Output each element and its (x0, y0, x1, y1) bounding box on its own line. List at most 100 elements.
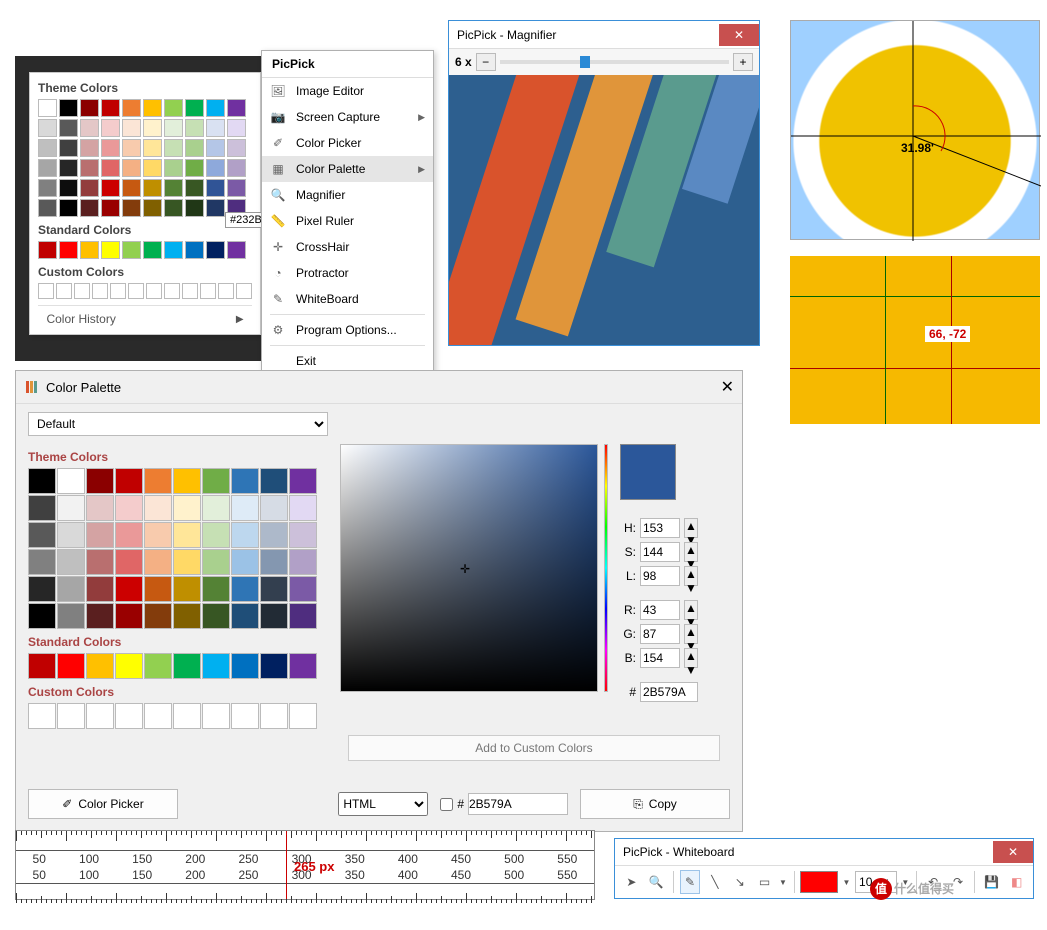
color-swatch[interactable] (38, 159, 57, 177)
mini-color-palette[interactable]: Theme Colors Standard Colors Custom Colo… (29, 72, 261, 335)
color-swatch[interactable] (231, 468, 259, 494)
color-swatch[interactable] (80, 119, 99, 137)
line-tool[interactable]: ╲ (704, 870, 725, 894)
color-swatch[interactable] (206, 199, 225, 217)
color-swatch[interactable] (86, 549, 114, 575)
color-swatch[interactable] (28, 549, 56, 575)
color-swatch[interactable] (38, 139, 57, 157)
color-swatch[interactable] (122, 179, 141, 197)
color-swatch[interactable] (144, 653, 172, 679)
spinner[interactable]: ▲▼ (684, 648, 698, 668)
color-swatch[interactable] (115, 603, 143, 629)
spinner[interactable]: ▲▼ (684, 566, 698, 586)
color-swatch[interactable] (59, 139, 78, 157)
spinner[interactable]: ▲▼ (684, 600, 698, 620)
custom-swatch[interactable] (86, 703, 114, 729)
add-custom-button[interactable]: Add to Custom Colors (348, 735, 720, 761)
color-swatch[interactable] (59, 119, 78, 137)
color-swatch[interactable] (122, 159, 141, 177)
h-input[interactable] (640, 518, 680, 538)
save-button[interactable]: 💾 (981, 870, 1002, 894)
color-swatch[interactable] (86, 603, 114, 629)
color-swatch[interactable] (38, 119, 57, 137)
color-swatch[interactable] (59, 241, 78, 259)
rect-tool[interactable]: ▭ (754, 870, 775, 894)
color-swatch[interactable] (231, 603, 259, 629)
pixel-ruler[interactable]: 50100150200250300350400450500550 5010015… (15, 830, 595, 900)
color-swatch[interactable] (260, 495, 288, 521)
hue-slider[interactable] (604, 444, 608, 692)
color-swatch[interactable] (289, 495, 317, 521)
close-button[interactable]: ✕ (719, 24, 759, 46)
color-swatch[interactable] (143, 119, 162, 137)
color-swatch[interactable] (144, 576, 172, 602)
color-swatch[interactable] (57, 653, 85, 679)
color-swatch[interactable] (260, 549, 288, 575)
color-swatch[interactable] (164, 119, 183, 137)
color-swatch[interactable] (144, 549, 172, 575)
zoom-out-button[interactable]: − (476, 53, 496, 71)
menu-item[interactable]: ✛CrossHair (262, 234, 433, 260)
color-swatch[interactable] (59, 179, 78, 197)
color-swatch[interactable] (231, 576, 259, 602)
color-swatch[interactable] (80, 199, 99, 217)
color-swatch[interactable] (185, 139, 204, 157)
color-swatch[interactable] (260, 576, 288, 602)
color-swatch[interactable] (122, 99, 141, 117)
custom-swatch[interactable] (115, 703, 143, 729)
preset-select[interactable]: Default (28, 412, 328, 436)
color-swatch[interactable] (202, 495, 230, 521)
color-swatch[interactable] (101, 159, 120, 177)
color-swatch[interactable] (185, 119, 204, 137)
pen-tool[interactable]: ✎ (680, 870, 701, 894)
color-select[interactable] (800, 871, 838, 893)
custom-swatch[interactable] (74, 283, 90, 299)
color-swatch[interactable] (115, 549, 143, 575)
eraser-tool[interactable]: ◧ (1006, 870, 1027, 894)
color-swatch[interactable] (173, 549, 201, 575)
color-swatch[interactable] (38, 199, 57, 217)
color-swatch[interactable] (173, 603, 201, 629)
color-swatch[interactable] (57, 522, 85, 548)
color-swatch[interactable] (289, 522, 317, 548)
color-swatch[interactable] (59, 159, 78, 177)
color-swatch[interactable] (38, 241, 57, 259)
color-swatch[interactable] (202, 653, 230, 679)
color-swatch[interactable] (80, 241, 99, 259)
color-swatch[interactable] (28, 468, 56, 494)
close-button[interactable]: ✕ (993, 841, 1033, 863)
color-swatch[interactable] (185, 179, 204, 197)
custom-swatch[interactable] (182, 283, 198, 299)
color-swatch[interactable] (101, 139, 120, 157)
color-swatch[interactable] (80, 139, 99, 157)
hex-input[interactable] (640, 682, 698, 702)
color-swatch[interactable] (143, 179, 162, 197)
color-swatch[interactable] (57, 576, 85, 602)
pointer-tool[interactable]: ➤ (621, 870, 642, 894)
custom-swatch[interactable] (146, 283, 162, 299)
custom-swatch[interactable] (231, 703, 259, 729)
custom-swatch[interactable] (218, 283, 234, 299)
color-swatch[interactable] (202, 549, 230, 575)
color-swatch[interactable] (115, 495, 143, 521)
color-swatch[interactable] (143, 139, 162, 157)
color-swatch[interactable] (164, 159, 183, 177)
color-swatch[interactable] (101, 99, 120, 117)
b-input[interactable] (640, 648, 680, 668)
color-swatch[interactable] (164, 241, 183, 259)
custom-swatch[interactable] (92, 283, 108, 299)
color-swatch[interactable] (164, 179, 183, 197)
color-swatch[interactable] (144, 468, 172, 494)
color-swatch[interactable] (57, 603, 85, 629)
color-picker-button[interactable]: ✐Color Picker (28, 789, 178, 819)
color-swatch[interactable] (206, 139, 225, 157)
color-swatch[interactable] (289, 468, 317, 494)
color-swatch[interactable] (101, 119, 120, 137)
custom-swatch[interactable] (57, 703, 85, 729)
menu-item[interactable]: ✎WhiteBoard (262, 286, 433, 312)
color-swatch[interactable] (101, 199, 120, 217)
color-swatch[interactable] (227, 179, 246, 197)
custom-swatch[interactable] (128, 283, 144, 299)
custom-swatch[interactable] (56, 283, 72, 299)
color-swatch[interactable] (227, 139, 246, 157)
